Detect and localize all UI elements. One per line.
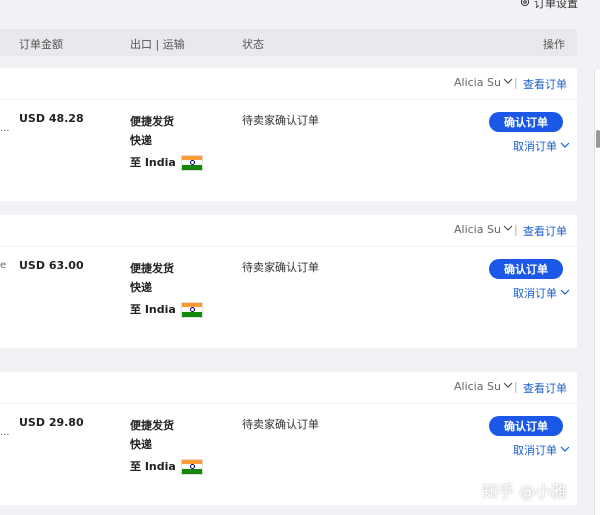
view-order-link[interactable]: 查看订单 bbox=[523, 223, 567, 239]
chevron-down-icon bbox=[557, 444, 570, 457]
order-card-header: Alicia Su | 查看订单 bbox=[0, 215, 577, 247]
side-panel-handle[interactable] bbox=[596, 130, 600, 148]
owner-name: Alicia Su bbox=[454, 380, 501, 393]
cancel-order-label: 取消订单 bbox=[513, 140, 557, 153]
destination: 至 India bbox=[130, 457, 203, 476]
ship-method: 便捷发货 bbox=[130, 262, 174, 275]
col-shipping: 出口 | 运输 bbox=[130, 38, 185, 51]
owner-name: Alicia Su bbox=[454, 76, 501, 89]
order-card-header: Alicia Su | 查看订单 bbox=[0, 68, 577, 100]
separator: | bbox=[514, 76, 518, 89]
india-flag-icon bbox=[180, 154, 203, 171]
top-bar: 订单设置 bbox=[0, 0, 600, 22]
separator: | bbox=[514, 380, 518, 393]
ship-speed: 快递 bbox=[130, 281, 152, 294]
table-header: 订单金额 出口 | 运输 状态 操作 bbox=[0, 29, 577, 56]
cancel-order-dropdown[interactable]: 取消订单 bbox=[513, 442, 570, 458]
destination: 至 India bbox=[130, 300, 203, 319]
order-status: 待卖家确认订单 bbox=[242, 418, 319, 431]
owner-name: Alicia Su bbox=[454, 223, 501, 236]
col-status: 状态 bbox=[242, 38, 264, 51]
truncated-product-text: ... bbox=[0, 427, 10, 438]
confirm-order-button[interactable]: 确认订单 bbox=[489, 112, 563, 132]
chevron-down-icon bbox=[557, 287, 570, 300]
cancel-order-label: 取消订单 bbox=[513, 444, 557, 457]
order-card: Alicia Su | 查看订单 ... USD 48.28 便捷发货 快递 至… bbox=[0, 68, 577, 201]
destination-text: 至 India bbox=[130, 460, 176, 473]
destination-text: 至 India bbox=[130, 156, 176, 169]
cancel-order-label: 取消订单 bbox=[513, 287, 557, 300]
order-settings-link[interactable]: 订单设置 bbox=[519, 0, 578, 11]
shipping-info: 便捷发货 快递 至 India bbox=[130, 416, 203, 476]
confirm-order-button[interactable]: 确认订单 bbox=[489, 259, 563, 279]
order-settings-label: 订单设置 bbox=[534, 0, 578, 10]
ship-method: 便捷发货 bbox=[130, 115, 174, 128]
cancel-order-dropdown[interactable]: 取消订单 bbox=[513, 285, 570, 301]
gear-icon bbox=[519, 0, 531, 11]
india-flag-icon bbox=[180, 458, 203, 475]
chevron-down-icon bbox=[501, 380, 513, 393]
ship-method: 便捷发货 bbox=[130, 419, 174, 432]
separator: | bbox=[514, 223, 518, 236]
truncated-product-text: ... bbox=[0, 123, 10, 134]
confirm-order-button[interactable]: 确认订单 bbox=[489, 416, 563, 436]
order-card: Alicia Su | 查看订单 e USD 63.00 便捷发货 快递 至 I… bbox=[0, 215, 577, 348]
chevron-down-icon bbox=[557, 140, 570, 153]
order-card-header: Alicia Su | 查看订单 bbox=[0, 372, 577, 404]
view-order-link[interactable]: 查看订单 bbox=[523, 76, 567, 92]
owner-dropdown[interactable]: Alicia Su bbox=[454, 223, 513, 236]
col-actions: 操作 bbox=[543, 38, 565, 51]
order-status: 待卖家确认订单 bbox=[242, 114, 319, 127]
chevron-down-icon bbox=[501, 76, 513, 89]
shipping-info: 便捷发货 快递 至 India bbox=[130, 259, 203, 319]
india-flag-icon bbox=[180, 301, 203, 318]
chevron-down-icon bbox=[501, 223, 513, 236]
order-amount: USD 63.00 bbox=[19, 259, 84, 272]
cancel-order-dropdown[interactable]: 取消订单 bbox=[513, 138, 570, 154]
col-amount: 订单金额 bbox=[19, 38, 63, 51]
shipping-info: 便捷发货 快递 至 India bbox=[130, 112, 203, 172]
watermark: 知乎 @小雅 bbox=[482, 482, 568, 501]
destination: 至 India bbox=[130, 153, 203, 172]
destination-text: 至 India bbox=[130, 303, 176, 316]
truncated-product-text: e bbox=[0, 260, 7, 271]
view-order-link[interactable]: 查看订单 bbox=[523, 380, 567, 396]
owner-dropdown[interactable]: Alicia Su bbox=[454, 76, 513, 89]
order-status: 待卖家确认订单 bbox=[242, 261, 319, 274]
order-amount: USD 48.28 bbox=[19, 112, 84, 125]
ship-speed: 快递 bbox=[130, 438, 152, 451]
order-amount: USD 29.80 bbox=[19, 416, 84, 429]
ship-speed: 快递 bbox=[130, 134, 152, 147]
owner-dropdown[interactable]: Alicia Su bbox=[454, 380, 513, 393]
